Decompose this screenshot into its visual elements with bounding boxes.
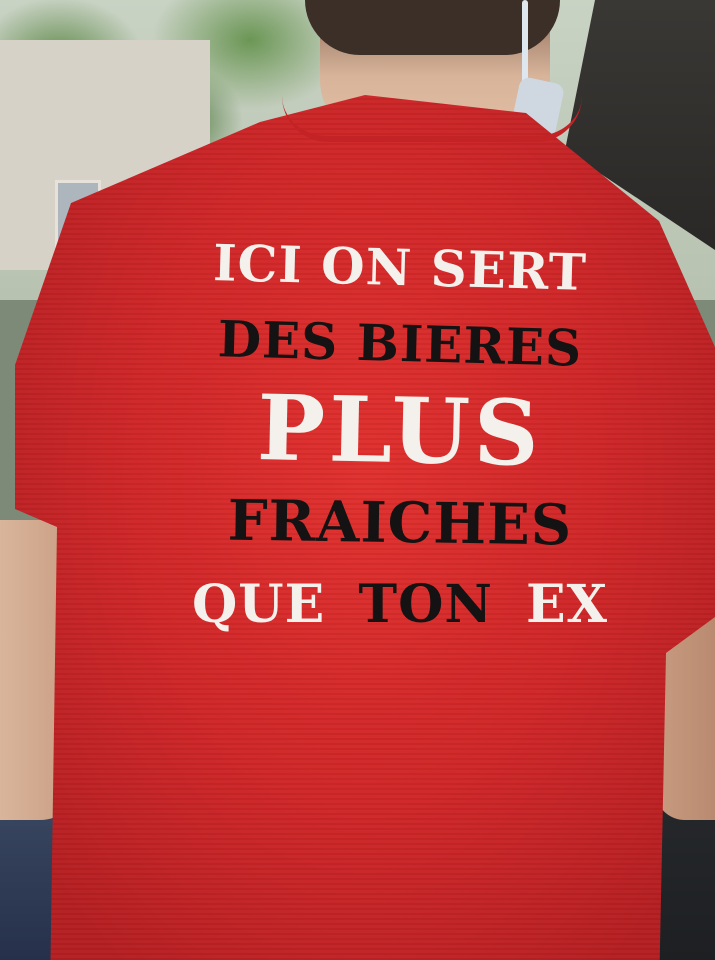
shirt-collar (282, 96, 582, 142)
print-line-3: PLUS (256, 375, 544, 487)
shirt-print-text: ICI ON SERT DES BIERES PLUS FRAICHES QUE… (150, 233, 650, 658)
print-word-ex: EX (526, 574, 608, 635)
print-line-5: QUE TON EX (150, 574, 650, 635)
print-word-que: QUE (191, 574, 326, 635)
photo-scene: ICI ON SERT DES BIERES PLUS FRAICHES QUE… (0, 0, 715, 960)
print-line-4: FRAICHES (227, 487, 573, 559)
print-line-1: ICI ON SERT (212, 233, 588, 302)
print-word-ton: TON (358, 574, 493, 635)
print-line-2: DES BIERES (217, 309, 583, 378)
